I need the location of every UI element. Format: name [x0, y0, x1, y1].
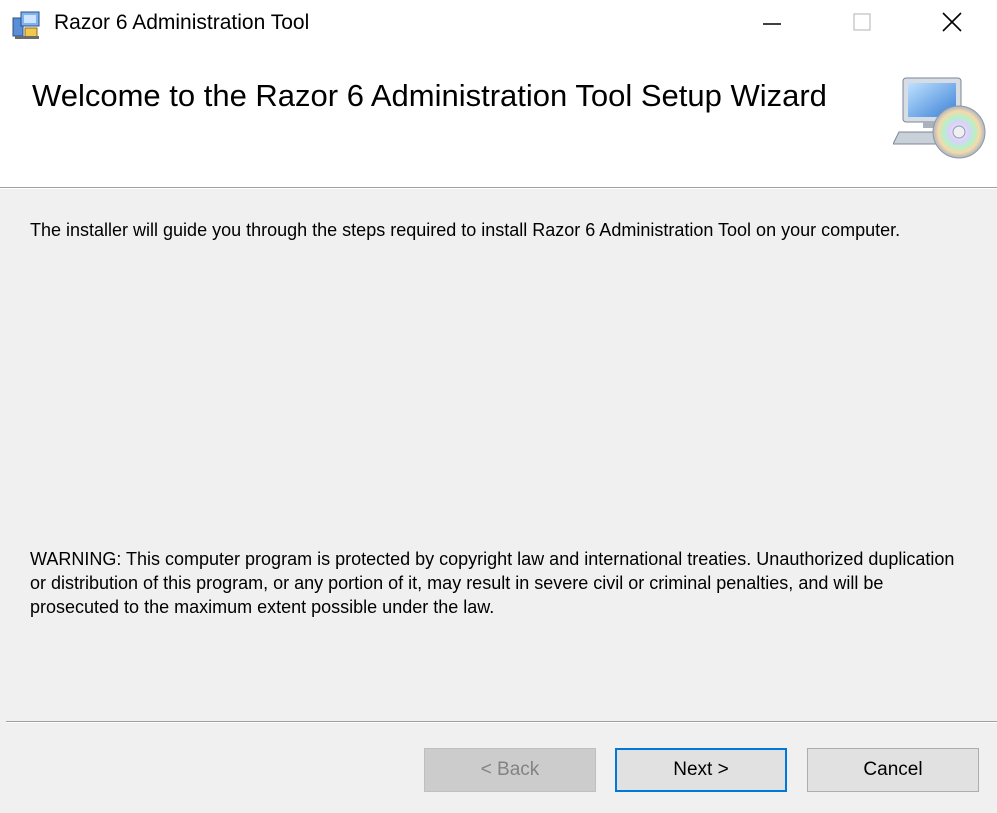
next-button[interactable]: Next >: [615, 748, 787, 792]
cancel-button[interactable]: Cancel: [807, 748, 979, 792]
close-icon: [941, 11, 963, 38]
maximize-button[interactable]: [827, 0, 897, 48]
title-bar[interactable]: Razor 6 Administration Tool: [0, 0, 997, 48]
window-title: Razor 6 Administration Tool: [54, 11, 310, 34]
header-banner: Welcome to the Razor 6 Administration To…: [0, 48, 997, 187]
copyright-warning: WARNING: This computer program is protec…: [30, 549, 955, 617]
maximize-icon: [852, 12, 872, 37]
minimize-button[interactable]: [737, 0, 807, 48]
close-button[interactable]: [917, 0, 987, 48]
computer-cd-icon: [892, 74, 989, 164]
minimize-icon: [762, 12, 782, 37]
page-title: Welcome to the Razor 6 Administration To…: [32, 78, 827, 113]
setup-wizard-window: Razor 6 Administration Tool Welcome to t…: [0, 0, 997, 813]
back-button[interactable]: < Back: [424, 748, 596, 792]
footer-separator: [6, 721, 997, 723]
intro-text: The installer will guide you through the…: [30, 220, 901, 240]
header-separator: [0, 187, 997, 189]
installer-icon: [10, 8, 44, 40]
